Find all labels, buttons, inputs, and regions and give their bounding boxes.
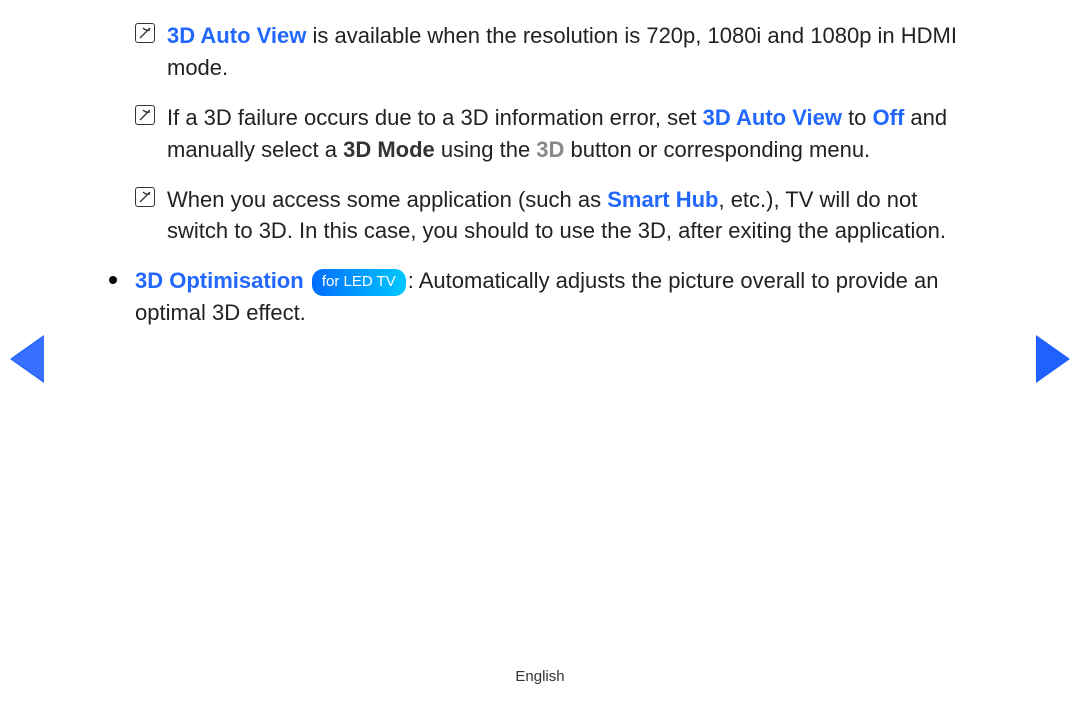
bullet-text: 3D Optimisation for LED TV: Automaticall… [103,265,980,329]
bullet-item: 3D Optimisation for LED TV: Automaticall… [103,265,980,329]
note-icon [135,187,155,207]
next-page-arrow[interactable] [1036,335,1070,383]
note-item: When you access some application (such a… [135,184,980,248]
note-text: If a 3D failure occurs due to a 3D infor… [167,105,947,162]
feature-title: 3D Optimisation [135,268,304,293]
note-text: When you access some application (such a… [167,187,946,244]
note-item: 3D Auto View is available when the resol… [135,20,980,84]
note-icon [135,23,155,43]
led-tv-pill: for LED TV [312,269,406,296]
note-icon [135,105,155,125]
note-text: 3D Auto View is available when the resol… [167,23,957,80]
prev-page-arrow[interactable] [10,335,44,383]
page-language-footer: English [0,668,1080,685]
note-item: If a 3D failure occurs due to a 3D infor… [135,102,980,166]
page-content: 3D Auto View is available when the resol… [135,20,980,329]
